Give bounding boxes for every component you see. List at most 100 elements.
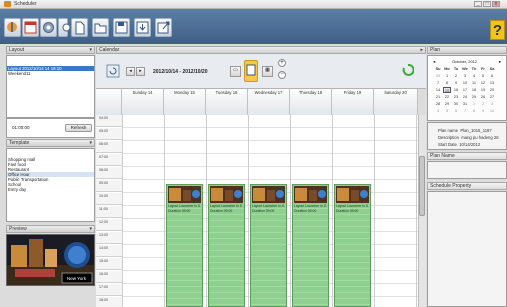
mini-calendar-day[interactable]: 10 xyxy=(488,108,496,114)
mini-calendar-day[interactable]: 22 xyxy=(443,94,451,100)
maximize-button[interactable]: □ xyxy=(483,1,491,7)
start-date-value[interactable]: 10/14/2012 xyxy=(459,142,480,147)
help-button[interactable]: ? xyxy=(490,20,505,40)
scrollbar-thumb[interactable] xyxy=(419,156,425,216)
mini-calendar-day[interactable]: 1 xyxy=(443,73,451,79)
mini-calendar-day[interactable]: 30 xyxy=(434,73,442,79)
day-header-friday[interactable]: Friday 19 xyxy=(332,89,374,115)
export-button[interactable] xyxy=(134,18,151,37)
mini-calendar-day[interactable]: 26 xyxy=(479,94,487,100)
zoom-out-button[interactable]: − xyxy=(278,71,286,79)
collapse-icon[interactable]: ▸ xyxy=(420,47,423,53)
mini-calendar-day[interactable]: 14 xyxy=(434,87,442,93)
new-button[interactable] xyxy=(71,18,88,37)
new-document-icon xyxy=(75,21,85,35)
mini-calendar-day[interactable]: 6 xyxy=(452,108,460,114)
refresh-button[interactable]: Refresh xyxy=(65,124,92,132)
mini-calendar-day[interactable]: 30 xyxy=(452,101,460,107)
save-button[interactable] xyxy=(113,18,130,37)
event-title: Layout Launcher in S xyxy=(336,204,369,208)
calendar-panel-title: Calendar xyxy=(99,47,120,53)
green-refresh-icon[interactable] xyxy=(402,63,414,77)
schedule-event[interactable]: Layout Launcher in S Duration 09:00 xyxy=(208,184,245,307)
mini-calendar-day[interactable]: 28 xyxy=(434,101,442,107)
preview-panel-title: Preview xyxy=(9,226,27,232)
mini-calendar-day[interactable]: 18 xyxy=(470,87,478,93)
plan-name-value[interactable]: Plan_1015_1187 xyxy=(460,128,491,133)
folder-icon xyxy=(94,23,107,34)
weekday-label: We xyxy=(462,67,468,71)
day-header-monday[interactable]: Monday 15 xyxy=(164,89,206,115)
day-header-sunday[interactable]: Sunday 14 xyxy=(122,89,164,115)
tools-button[interactable] xyxy=(4,18,21,37)
mini-calendar-day[interactable]: 3 xyxy=(488,101,496,107)
schedule-event[interactable]: Layout Launcher in S Duration 09:00 xyxy=(250,184,287,307)
mini-calendar-day[interactable]: 10 xyxy=(461,80,469,86)
mini-calendar-day[interactable]: 31 xyxy=(461,101,469,107)
schedule-button[interactable] xyxy=(22,18,39,37)
day-header-saturday[interactable]: Saturday 20 xyxy=(374,89,418,115)
prev-month-icon[interactable]: ◂ xyxy=(433,59,435,65)
week-view-button[interactable] xyxy=(244,60,258,82)
collapse-icon[interactable]: ▾ xyxy=(89,47,92,53)
mini-calendar-day[interactable]: 7 xyxy=(461,108,469,114)
scheduler-window: Scheduler _ □ x ? Layout ▾ Layout 2012/1… xyxy=(0,0,507,307)
month-view-button[interactable]: ▦ xyxy=(262,66,273,77)
schedule-event[interactable]: Layout Launcher in S Duration 09:00 xyxy=(166,184,203,307)
refresh-icon[interactable] xyxy=(106,64,120,78)
next-month-icon[interactable]: ▸ xyxy=(499,59,501,65)
mini-calendar-day[interactable]: 8 xyxy=(470,108,478,114)
day-header-thursday[interactable]: Thursday 18 xyxy=(290,89,332,115)
mini-calendar-day[interactable]: 3 xyxy=(461,73,469,79)
mini-calendar-day[interactable]: 2 xyxy=(452,73,460,79)
mini-calendar-day[interactable]: 12 xyxy=(479,80,487,86)
mini-calendar-day[interactable]: 8 xyxy=(443,80,451,86)
mini-calendar-day[interactable]: 11 xyxy=(470,80,478,86)
info-button[interactable] xyxy=(58,18,71,37)
day-view-button[interactable]: ▭ xyxy=(230,66,241,77)
mini-calendar-day[interactable]: 15 xyxy=(443,87,451,93)
time-slot-label: 08:00 xyxy=(96,167,122,179)
mini-calendar-day[interactable]: 27 xyxy=(488,94,496,100)
description-value[interactable]: mang pu hadeng 28 xyxy=(461,135,498,140)
mini-calendar-day[interactable]: 5 xyxy=(479,73,487,79)
layout-item[interactable]: Weekend11 xyxy=(7,71,94,76)
collapse-icon[interactable]: ▾ xyxy=(89,226,92,232)
close-button[interactable]: x xyxy=(492,1,500,7)
mini-calendar-day[interactable]: 6 xyxy=(488,73,496,79)
next-week-button[interactable]: ▸ xyxy=(136,67,145,76)
mini-calendar-day[interactable]: 20 xyxy=(488,87,496,93)
mini-calendar-day[interactable]: 23 xyxy=(452,94,460,100)
day-header-tuesday[interactable]: Tuesday 16 xyxy=(206,89,248,115)
template-item[interactable]: Entry day xyxy=(7,187,94,192)
settings-button[interactable] xyxy=(40,18,57,37)
day-gridline xyxy=(122,115,123,307)
mini-calendar-day[interactable]: 17 xyxy=(461,87,469,93)
event-duration: Duration 09:00 xyxy=(336,209,359,213)
mini-calendar-day[interactable]: 1 xyxy=(470,101,478,107)
zoom-in-button[interactable]: + xyxy=(278,59,286,67)
mini-calendar-day[interactable]: 2 xyxy=(479,101,487,107)
day-header-wednesday[interactable]: Wednesday 17 xyxy=(248,89,290,115)
mini-calendar-day[interactable]: 13 xyxy=(488,80,496,86)
mini-calendar-day[interactable]: 25 xyxy=(470,94,478,100)
mini-calendar-day[interactable]: 9 xyxy=(479,108,487,114)
publish-button[interactable] xyxy=(155,18,172,37)
calendar-grid[interactable]: 04:00 05:00 06:00 07:00 08:00 09:00 10:00 11:00… xyxy=(96,115,418,307)
mini-calendar-day[interactable]: 19 xyxy=(479,87,487,93)
mini-calendar-day[interactable]: 24 xyxy=(461,94,469,100)
schedule-event[interactable]: Layout Launcher in S Duration 09:00 xyxy=(292,184,329,307)
mini-calendar-day[interactable]: 4 xyxy=(434,108,442,114)
open-button[interactable] xyxy=(92,18,109,37)
mini-calendar-day[interactable]: 29 xyxy=(443,101,451,107)
previous-week-button[interactable]: ◂ xyxy=(126,67,135,76)
mini-calendar-day[interactable]: 21 xyxy=(434,94,442,100)
mini-calendar-day[interactable]: 16 xyxy=(452,87,460,93)
minimize-button[interactable]: _ xyxy=(474,1,482,7)
mini-calendar-day[interactable]: 4 xyxy=(470,73,478,79)
mini-calendar-day[interactable]: 9 xyxy=(452,80,460,86)
mini-calendar-day[interactable]: 7 xyxy=(434,80,442,86)
schedule-event[interactable]: Layout Launcher in S Duration 09:00 xyxy=(334,184,371,307)
collapse-icon[interactable]: ▾ xyxy=(89,140,92,146)
mini-calendar-day[interactable]: 5 xyxy=(443,108,451,114)
